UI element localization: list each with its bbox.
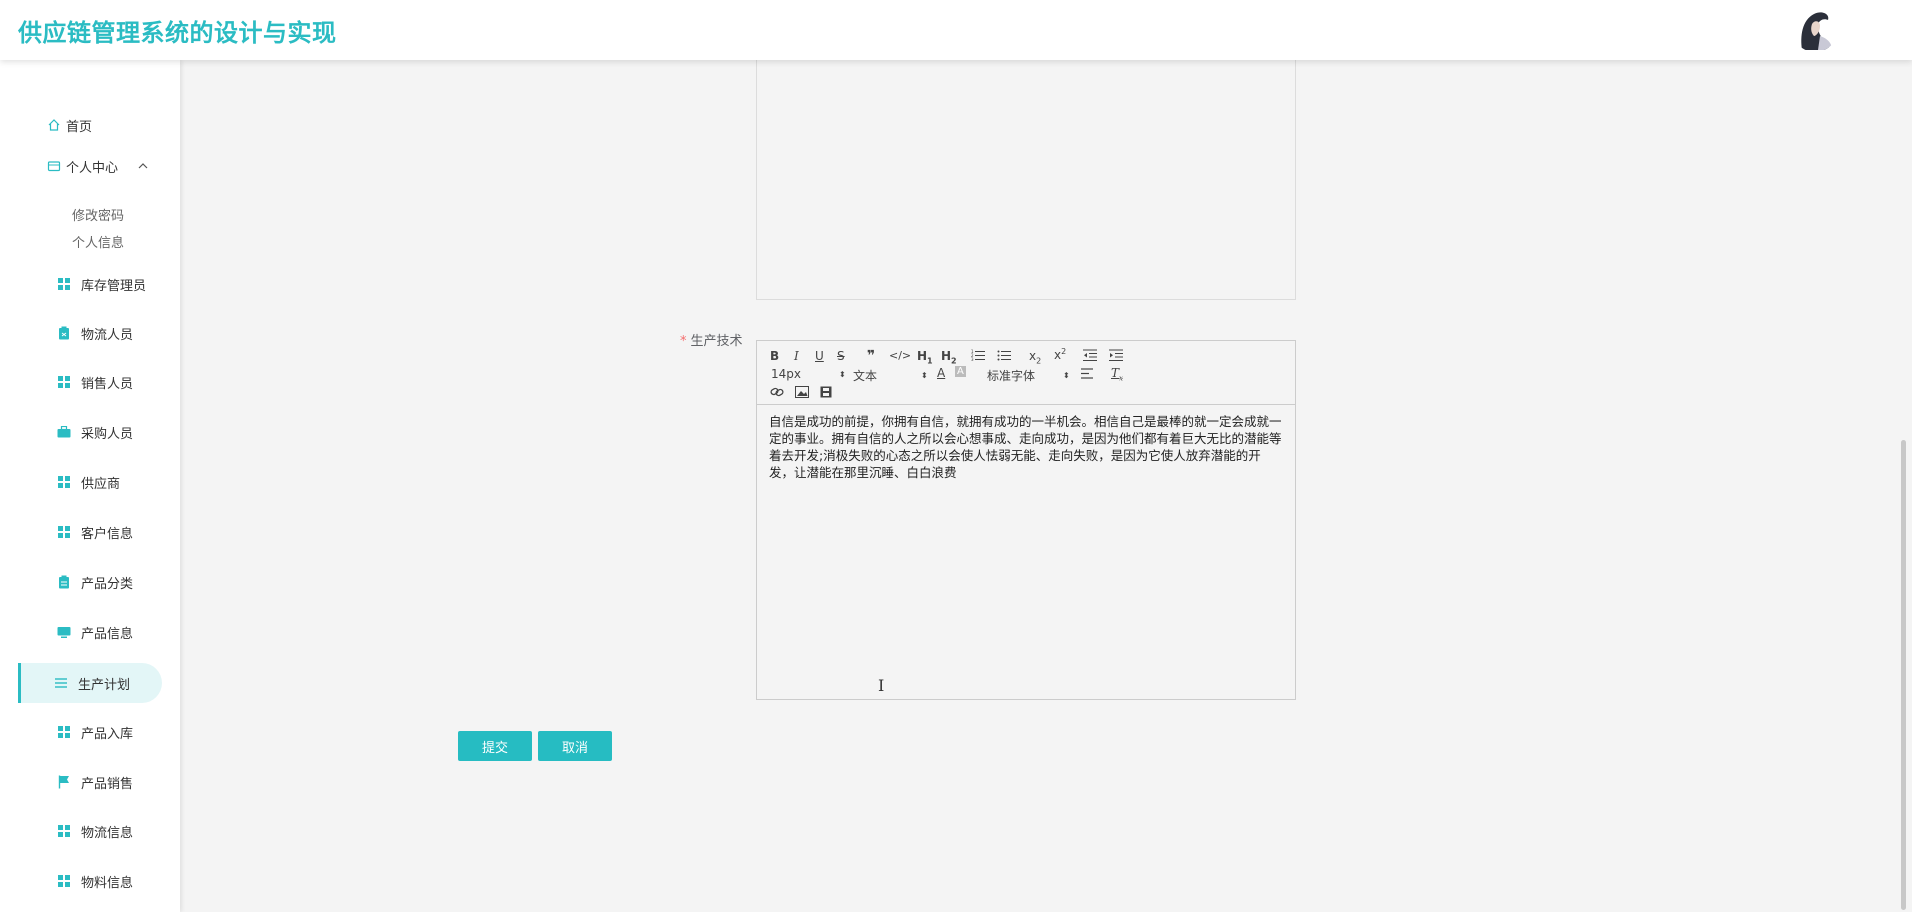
superscript-button[interactable]: x2 [1054, 347, 1066, 362]
sidebar-item-label: 采购人员 [81, 426, 134, 442]
size-picker[interactable]: 14px ⬍ [771, 367, 849, 381]
clipboard-icon [57, 575, 71, 589]
indent-icon[interactable] [1109, 349, 1123, 364]
h2-button[interactable]: H2 [941, 349, 957, 365]
picker-arrows-icon: ⬍ [839, 369, 846, 379]
briefcase-icon [57, 425, 71, 439]
bold-button[interactable]: B [770, 349, 779, 363]
sidebar-item-label: 产品分类 [81, 576, 134, 592]
app-title: 供应链管理系统的设计与实现 [18, 19, 337, 47]
chevron-up-icon [138, 159, 148, 174]
picker-arrows-icon: ⬍ [1063, 371, 1070, 380]
grid-icon [57, 277, 71, 291]
font-picker-value: 标准字体 [987, 369, 1036, 383]
sidebar-item-label: 产品销售 [81, 776, 134, 792]
blockquote-icon[interactable]: ❞ [867, 348, 875, 364]
sidebar: 首页 个人中心 修改密码 个人信息 库存管理员 物流人员 销售人员 采购人员 供… [0, 60, 180, 912]
main-content: * 生产技术 B I U S ❞ </> H1 H2 123 x2 x2 14p… [180, 60, 1912, 912]
sidebar-item-label: 物流信息 [81, 825, 134, 841]
grid-icon [57, 874, 71, 888]
top-header: 供应链管理系统的设计与实现 [0, 0, 1912, 60]
field-label-text: 生产技术 [690, 334, 743, 349]
grid-icon [57, 525, 71, 539]
home-icon [47, 118, 61, 132]
grid-icon [57, 475, 71, 489]
sidebar-item-label: 生产计划 [78, 677, 131, 693]
rich-text-editor: B I U S ❞ </> H1 H2 123 x2 x2 14px ⬍ 文本 … [756, 340, 1296, 700]
font-color-button[interactable]: A [937, 366, 945, 380]
clear-format-icon[interactable]: Tx [1111, 366, 1123, 382]
sidebar-item-label: 物流人员 [81, 327, 134, 343]
svg-text:3: 3 [971, 357, 974, 361]
sidebar-item-personal-center[interactable]: 个人中心 [47, 146, 167, 186]
sidebar-item-label: 库存管理员 [81, 278, 147, 294]
production-tech-label: * 生产技术 [680, 330, 743, 349]
picker-arrows-icon: ⬍ [921, 371, 928, 380]
sidebar-item-label: 物料信息 [81, 875, 134, 891]
grid-icon [57, 375, 71, 389]
strike-button[interactable]: S [837, 349, 845, 363]
previous-editor-area[interactable] [756, 60, 1296, 300]
editor-toolbar: B I U S ❞ </> H1 H2 123 x2 x2 14px ⬍ 文本 … [757, 341, 1295, 405]
sidebar-subitem-change-password[interactable]: 修改密码 [72, 205, 124, 224]
background-color-button[interactable]: A [955, 366, 966, 377]
code-icon[interactable]: </> [889, 349, 911, 362]
align-icon[interactable] [1081, 368, 1095, 382]
header-picker[interactable]: 文本 ⬍ [853, 367, 933, 384]
grid-icon [57, 725, 71, 739]
header-picker-value: 文本 [853, 369, 878, 383]
sidebar-item-label: 供应商 [81, 476, 121, 492]
sidebar-item-label: 产品信息 [81, 626, 134, 642]
ordered-list-icon[interactable]: 123 [971, 349, 985, 364]
wallet-icon [47, 159, 61, 173]
image-icon[interactable] [795, 386, 809, 401]
sidebar-item-label: 个人中心 [66, 160, 119, 176]
flag-icon [57, 775, 71, 789]
grid-icon [57, 824, 71, 838]
italic-button[interactable]: I [794, 349, 799, 363]
sidebar-item-label: 产品入库 [81, 726, 134, 742]
monitor-icon [57, 625, 71, 639]
text-cursor-icon: I [878, 676, 885, 695]
cancel-button[interactable]: 取消 [538, 731, 612, 761]
font-picker[interactable]: 标准字体 ⬍ [987, 367, 1071, 384]
video-icon[interactable] [820, 386, 832, 401]
required-mark: * [680, 334, 687, 349]
outdent-icon[interactable] [1083, 349, 1097, 364]
link-icon[interactable] [770, 386, 784, 401]
sidebar-subitem-personal-info[interactable]: 个人信息 [72, 232, 124, 251]
size-picker-value: 14px [771, 367, 801, 381]
editor-content[interactable]: 自信是成功的前提，你拥有自信，就拥有成功的一半机会。相信自己是最棒的就一定会成就… [769, 413, 1285, 481]
user-avatar[interactable] [1792, 6, 1838, 52]
sidebar-item-label: 客户信息 [81, 526, 134, 542]
scrollbar-thumb[interactable] [1901, 440, 1906, 910]
h1-button[interactable]: H1 [917, 349, 933, 365]
list-icon [54, 676, 68, 690]
underline-button[interactable]: U [815, 349, 824, 363]
sidebar-item-production-plan[interactable]: 生产计划 [18, 663, 162, 703]
sidebar-item-label: 首页 [66, 119, 93, 135]
clipboard-icon [57, 326, 71, 340]
sidebar-item-label: 销售人员 [81, 376, 134, 392]
submit-button[interactable]: 提交 [458, 731, 532, 761]
sidebar-item-home[interactable]: 首页 [47, 105, 167, 145]
subscript-button[interactable]: x2 [1029, 349, 1041, 365]
bullet-list-icon[interactable] [997, 349, 1011, 364]
